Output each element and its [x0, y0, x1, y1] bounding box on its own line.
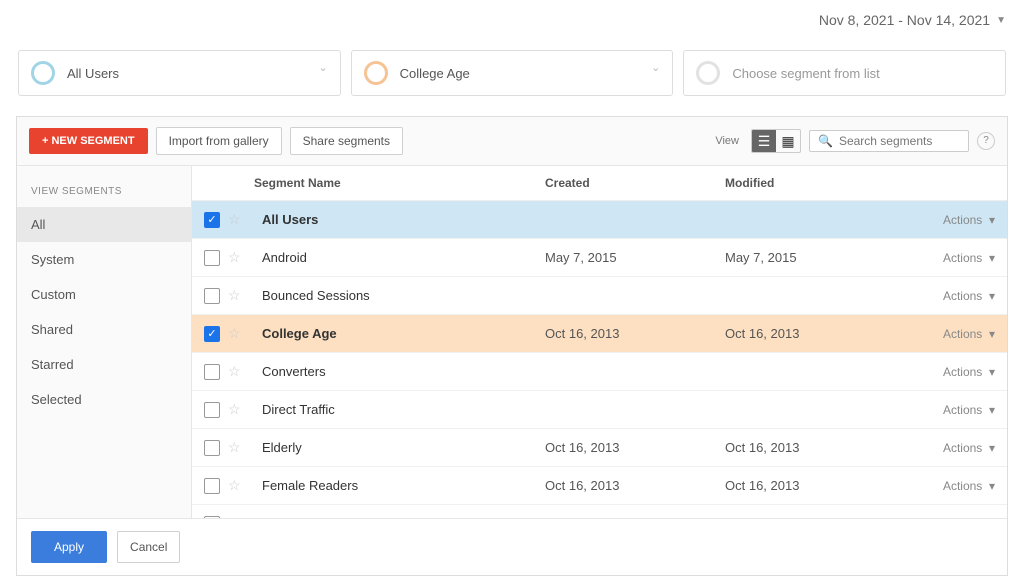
segment-name: Direct Traffic	[262, 402, 335, 417]
date-range-picker[interactable]: Nov 8, 2021 - Nov 14, 2021 ▼	[819, 12, 1006, 28]
star-icon[interactable]: ☆	[228, 325, 241, 342]
table-row[interactable]: ✓ ☆ College Age Oct 16, 2013 Oct 16, 201…	[192, 315, 1007, 353]
pill-label: Choose segment from list	[732, 66, 879, 81]
toolbar: + NEW SEGMENT Import from gallery Share …	[17, 117, 1007, 166]
segment-name: Elderly	[262, 440, 302, 455]
created-cell: Oct 16, 2013	[545, 478, 725, 493]
star-icon[interactable]: ☆	[228, 287, 241, 304]
row-checkbox[interactable]	[204, 288, 220, 304]
date-range-text: Nov 8, 2021 - Nov 14, 2021	[819, 12, 990, 28]
modified-cell: Oct 16, 2013	[725, 440, 905, 455]
star-icon[interactable]: ☆	[228, 363, 241, 380]
star-icon[interactable]: ☆	[228, 401, 241, 418]
created-cell: May 7, 2015	[545, 250, 725, 265]
modified-cell: Oct 16, 2013	[725, 478, 905, 493]
segment-name: Bounced Sessions	[262, 288, 370, 303]
table-row[interactable]: ☆ Bounced Sessions Actions ▾	[192, 277, 1007, 315]
table-row[interactable]: ✓ ☆ All Users Actions ▾	[192, 201, 1007, 239]
col-created: Created	[545, 176, 725, 190]
created-cell: Oct 16, 2013	[545, 440, 725, 455]
actions-dropdown[interactable]: Actions ▾	[943, 327, 995, 341]
table-header: Segment Name Created Modified	[192, 166, 1007, 201]
segment-name: College Age	[262, 326, 337, 341]
actions-dropdown[interactable]: Actions ▾	[943, 365, 995, 379]
apply-button[interactable]: Apply	[31, 531, 107, 563]
segment-pill[interactable]: College Age ⌄	[351, 50, 674, 96]
sidebar: VIEW SEGMENTS AllSystemCustomSharedStarr…	[17, 166, 192, 518]
modified-cell: Oct 16, 2013	[725, 326, 905, 341]
view-label: View	[715, 135, 739, 147]
row-checkbox[interactable]	[204, 402, 220, 418]
segment-pills: All Users ⌄ College Age ⌄ Choose segment…	[0, 40, 1024, 116]
star-icon[interactable]: ☆	[228, 439, 241, 456]
segment-pill[interactable]: Choose segment from list	[683, 50, 1006, 96]
row-checkbox[interactable]	[204, 364, 220, 380]
table-row[interactable]: ☆ Female Readers Oct 16, 2013 Oct 16, 20…	[192, 467, 1007, 505]
chevron-down-icon: ⌄	[651, 61, 660, 74]
import-button[interactable]: Import from gallery	[156, 127, 282, 155]
view-grid-icon[interactable]: ▦	[776, 130, 800, 152]
actions-dropdown[interactable]: Actions ▾	[943, 479, 995, 493]
sidebar-item[interactable]: Shared	[17, 312, 191, 347]
star-icon[interactable]: ☆	[228, 515, 241, 518]
created-cell: Oct 16, 2013	[545, 326, 725, 341]
row-checkbox[interactable]	[204, 478, 220, 494]
new-segment-button[interactable]: + NEW SEGMENT	[29, 128, 148, 154]
pill-label: College Age	[400, 66, 470, 81]
col-modified: Modified	[725, 176, 905, 190]
ring-icon	[364, 61, 388, 85]
segment-name: All Users	[262, 212, 318, 227]
row-checkbox[interactable]	[204, 440, 220, 456]
actions-dropdown[interactable]: Actions ▾	[943, 213, 995, 227]
sidebar-heading: VIEW SEGMENTS	[17, 172, 191, 207]
segments-table: Segment Name Created Modified ✓ ☆ All Us…	[192, 166, 1007, 518]
chevron-down-icon: ⌄	[318, 61, 327, 74]
pill-label: All Users	[67, 66, 119, 81]
segment-name: Android	[262, 250, 307, 265]
table-row[interactable]: ☆ Direct Traffic Actions ▾	[192, 391, 1007, 429]
row-checkbox[interactable]	[204, 516, 220, 519]
segment-pill[interactable]: All Users ⌄	[18, 50, 341, 96]
cancel-button[interactable]: Cancel	[117, 531, 180, 563]
segments-panel: + NEW SEGMENT Import from gallery Share …	[16, 116, 1008, 576]
table-row[interactable]: ☆ Android May 7, 2015 May 7, 2015 Action…	[192, 239, 1007, 277]
col-name: Segment Name	[254, 176, 545, 190]
actions-dropdown[interactable]: Actions ▾	[943, 403, 995, 417]
segment-name: Converters	[262, 364, 326, 379]
star-icon[interactable]: ☆	[228, 211, 241, 228]
sidebar-item[interactable]: All	[17, 207, 191, 242]
sidebar-item[interactable]: Custom	[17, 277, 191, 312]
actions-dropdown[interactable]: Actions ▾	[943, 441, 995, 455]
sidebar-item[interactable]: System	[17, 242, 191, 277]
sidebar-item[interactable]: Selected	[17, 382, 191, 417]
table-row[interactable]: ☆ Made a Purchase Actions ▾	[192, 505, 1007, 518]
footer: Apply Cancel	[17, 518, 1007, 575]
star-icon[interactable]: ☆	[228, 477, 241, 494]
segment-name: Made a Purchase	[262, 516, 364, 518]
modified-cell: May 7, 2015	[725, 250, 905, 265]
share-button[interactable]: Share segments	[290, 127, 403, 155]
help-icon[interactable]: ?	[977, 132, 995, 150]
table-row[interactable]: ☆ Elderly Oct 16, 2013 Oct 16, 2013 Acti…	[192, 429, 1007, 467]
actions-dropdown[interactable]: Actions ▾	[943, 289, 995, 303]
view-toggle: ☰ ▦	[751, 129, 801, 153]
actions-dropdown[interactable]: Actions ▾	[943, 517, 995, 518]
table-row[interactable]: ☆ Converters Actions ▾	[192, 353, 1007, 391]
row-checkbox[interactable]	[204, 250, 220, 266]
actions-dropdown[interactable]: Actions ▾	[943, 251, 995, 265]
search-box[interactable]: 🔍	[809, 130, 969, 152]
ring-icon	[696, 61, 720, 85]
star-icon[interactable]: ☆	[228, 249, 241, 266]
ring-icon	[31, 61, 55, 85]
search-icon: 🔍	[818, 134, 833, 148]
sidebar-item[interactable]: Starred	[17, 347, 191, 382]
search-input[interactable]	[839, 134, 960, 148]
row-checkbox[interactable]: ✓	[204, 212, 220, 228]
row-checkbox[interactable]: ✓	[204, 326, 220, 342]
caret-down-icon: ▼	[996, 15, 1006, 26]
segment-name: Female Readers	[262, 478, 358, 493]
view-list-icon[interactable]: ☰	[752, 130, 776, 152]
